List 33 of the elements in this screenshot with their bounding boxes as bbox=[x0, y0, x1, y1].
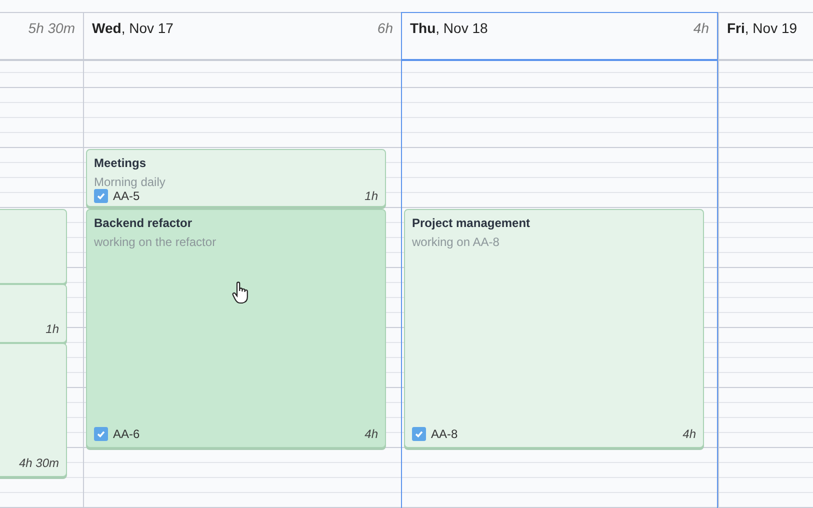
event-description: working on the refactor bbox=[94, 235, 218, 249]
hand-cursor-icon bbox=[232, 281, 250, 305]
event-duration: 4h bbox=[364, 427, 378, 441]
checkbox[interactable] bbox=[412, 427, 426, 441]
event-duration: 1h bbox=[364, 189, 378, 203]
event-card[interactable]: 1h bbox=[0, 284, 67, 343]
check-icon bbox=[96, 191, 106, 201]
event-card[interactable]: Meetings Morning daily AA-5 1h bbox=[86, 149, 386, 207]
day-total: 5h 30m bbox=[28, 20, 75, 36]
day-total: 4h bbox=[693, 20, 709, 36]
ticket-id: AA-5 bbox=[113, 189, 140, 203]
event-title: Backend refactor bbox=[94, 216, 194, 230]
checkbox[interactable] bbox=[94, 189, 108, 203]
event-card[interactable]: Project management working on AA-8 AA-8 4h bbox=[404, 209, 704, 448]
day-total: 6h bbox=[377, 20, 393, 36]
ticket-id: AA-6 bbox=[113, 427, 140, 441]
event-title: Project management bbox=[412, 216, 532, 230]
day-label: Thu, Nov 18 bbox=[410, 20, 488, 36]
day-label: Fri, Nov 19 bbox=[727, 20, 798, 36]
event-duration: 4h 30m bbox=[18, 456, 59, 470]
event-card[interactable] bbox=[0, 209, 67, 284]
event-duration: 4h bbox=[682, 427, 696, 441]
check-icon bbox=[96, 429, 106, 439]
ticket-id: AA-8 bbox=[431, 427, 458, 441]
event-card[interactable]: 4h 30m bbox=[0, 343, 67, 477]
event-card[interactable]: Backend refactor working on the refactor AA-6 4h bbox=[86, 209, 386, 448]
checkbox[interactable] bbox=[94, 427, 108, 441]
event-duration: 1h bbox=[46, 322, 59, 336]
check-icon bbox=[414, 429, 424, 439]
event-description: Morning daily bbox=[94, 175, 166, 189]
event-description: working on AA-8 bbox=[412, 235, 500, 249]
event-title: Meetings bbox=[94, 156, 148, 170]
day-label: Wed, Nov 17 bbox=[92, 20, 174, 36]
